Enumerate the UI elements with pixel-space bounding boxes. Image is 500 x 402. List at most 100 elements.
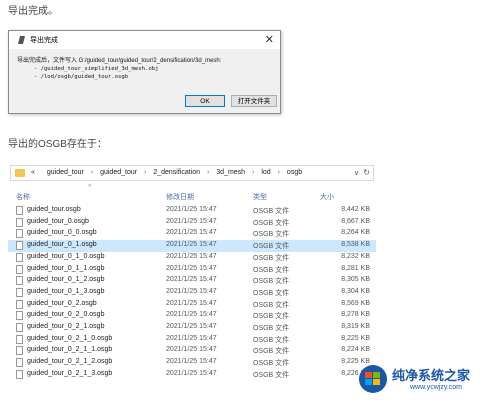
file-date: 2021/1/25 15:47 (166, 206, 217, 213)
file-row[interactable]: guided_tour_0_2_1_0.osgb 2021/1/25 15:47 O… (8, 334, 376, 346)
watermark: 纯净系统之家 www.ycwjzy.com (358, 360, 498, 400)
file-size: 8,304 KB (341, 287, 370, 295)
close-icon[interactable]: ✕ (265, 33, 274, 46)
breadcrumb-densification[interactable]: 2_densification (153, 169, 200, 176)
file-name: guided_tour_0_1_1.osgb (27, 264, 105, 272)
file-icon (16, 287, 23, 297)
file-type: OSGB 文件 (253, 219, 290, 227)
file-type: OSGB 文件 (253, 325, 290, 332)
chevron-right-icon: › (206, 169, 210, 176)
column-header-name[interactable]: 名称 (16, 192, 30, 202)
file-type: OSGB 文件 (253, 231, 290, 239)
file-row[interactable]: guided_tour_0_1_1.osgb 2021/1/25 15:47 OSG… (8, 264, 376, 276)
file-date: 2021/1/25 15:47 (166, 334, 217, 342)
chevron-right-icon: › (277, 169, 280, 176)
app-icon (18, 36, 25, 44)
file-size: 8,442 KB (341, 206, 370, 213)
column-header-size[interactable]: 大小 (320, 192, 334, 202)
file-date: 2021/1/25 15:47 (166, 311, 217, 319)
file-row[interactable]: guided_tour_0_0.osgb 2021/1/25 15:47 OSGB … (8, 228, 376, 240)
file-date: 2021/1/25 15:47 (166, 229, 217, 237)
file-size: 8,319 KB (341, 323, 370, 330)
file-row[interactable]: guided_tour.osgb 2021/1/25 15:47 OSGB 文件 8,… (8, 205, 376, 217)
file-icon (16, 276, 23, 286)
file-date: 2021/1/25 15:47 (166, 287, 217, 295)
file-type: OSGB 文件 (253, 289, 290, 297)
file-row[interactable]: guided_tour_0_1_3.osgb 2021/1/25 15:47 OSG… (8, 287, 376, 299)
open-folder-button[interactable]: 打开文件夹 (231, 95, 277, 107)
breadcrumb-guided-tour-2[interactable]: guided_tour (100, 169, 137, 176)
breadcrumb: « guided_tour › guided_tour › 2_densific… (31, 169, 302, 176)
site-logo-icon (359, 365, 387, 393)
file-row[interactable]: guided_tour_0_1.osgb 2021/1/25 15:47 OSGB … (8, 240, 376, 252)
dialog-title: 导出完成 (30, 37, 58, 44)
column-header-date[interactable]: 修改日期 (166, 192, 194, 202)
heading-export-done: 导出完成。 (8, 6, 58, 17)
file-size: 8,232 KB (341, 252, 370, 260)
file-size: 8,281 KB (341, 264, 370, 272)
chevron-right-icon: › (90, 169, 94, 176)
file-icon (16, 206, 23, 215)
file-row[interactable]: guided_tour_0_1_0.osgb 2021/1/25 15:47 OSG… (8, 252, 376, 264)
file-name: guided_tour_0_1_3.osgb (27, 287, 105, 295)
breadcrumb-overflow[interactable]: « (31, 169, 35, 176)
file-icon (16, 229, 23, 239)
ok-button[interactable]: OK (185, 95, 225, 107)
file-icon (16, 241, 23, 251)
file-size: 8,569 KB (341, 299, 370, 307)
file-size: 8,305 KB (341, 276, 370, 284)
file-name: guided_tour.osgb (27, 206, 81, 213)
file-icon (16, 358, 23, 368)
watermark-title: 纯净系统之家 (392, 368, 471, 383)
file-icon (16, 369, 23, 379)
file-icon (16, 311, 23, 321)
dialog-message: 导出完成后，文件写入 G:/guided_tour/guided_tour/2_… (17, 57, 221, 81)
file-name: guided_tour_0_1_0.osgb (27, 252, 105, 260)
file-date: 2021/1/25 15:47 (166, 369, 217, 377)
file-date: 2021/1/25 15:47 (166, 217, 217, 225)
file-row[interactable]: guided_tour_0_2_1_1.osgb 2021/1/25 15:47 O… (8, 345, 376, 357)
export-complete-dialog: 导出完成 ✕ 导出完成后，文件写入 G:/guided_tour/guided_… (8, 30, 281, 114)
file-icon (16, 217, 23, 227)
file-row[interactable]: guided_tour_0.osgb 2021/1/25 15:47 OSGB 文件… (8, 217, 376, 229)
file-row[interactable]: guided_tour_0_2_1.osgb 2021/1/25 15:47 OSG… (8, 322, 376, 334)
sort-ascending-icon: ^ (88, 184, 92, 191)
breadcrumb-osgb[interactable]: osgb (287, 169, 302, 176)
file-icon (16, 264, 23, 274)
address-dropdown-icon[interactable]: ∨ (354, 169, 359, 177)
file-size: 8,224 KB (341, 346, 370, 354)
address-bar[interactable]: « guided_tour › guided_tour › 2_densific… (10, 165, 374, 181)
file-type: OSGB 文件 (253, 243, 290, 251)
breadcrumb-guided-tour-1[interactable]: guided_tour (47, 169, 84, 176)
column-header-type[interactable]: 类型 (253, 192, 267, 202)
breadcrumb-3d-mesh[interactable]: 3d_mesh (216, 169, 245, 176)
refresh-icon[interactable]: ↻ (363, 168, 370, 177)
file-row[interactable]: guided_tour_0_1_2.osgb 2021/1/25 15:47 OSG… (8, 275, 376, 287)
file-size: 8,667 KB (341, 217, 370, 225)
watermark-url: www.ycwjzy.com (410, 384, 462, 391)
breadcrumb-lod[interactable]: lod (261, 169, 270, 176)
file-size: 8,225 KB (341, 334, 370, 342)
file-name: guided_tour_0_2_1_3.osgb (27, 369, 113, 377)
file-date: 2021/1/25 15:47 (166, 323, 217, 330)
dialog-titlebar: 导出完成 ✕ (9, 31, 280, 49)
file-row[interactable]: guided_tour_0_2_1_2.osgb 2021/1/25 15:47 O… (8, 357, 376, 369)
file-name: guided_tour_0_0.osgb (27, 229, 97, 237)
file-name: guided_tour_0_2_1_1.osgb (27, 346, 113, 354)
heading-osgb-location: 导出的OSGB存在于： (8, 139, 107, 150)
file-row[interactable]: guided_tour_0_2.osgb 2021/1/25 15:47 OSGB … (8, 299, 376, 311)
file-size: 8,538 KB (341, 241, 370, 249)
file-size: 8,264 KB (341, 229, 370, 237)
file-icon (16, 299, 23, 309)
file-name: guided_tour_0_2_1_2.osgb (27, 358, 113, 366)
file-icon (16, 323, 23, 332)
file-row[interactable]: guided_tour_0_2_1_3.osgb 2021/1/25 15:47 O… (8, 369, 376, 381)
message-line-3: - /lod/osgb/guided_tour.osgb (17, 74, 129, 80)
file-type: OSGB 文件 (253, 266, 290, 274)
message-line-1: 导出完成后，文件写入 G:/guided_tour/guided_tour/2_… (17, 58, 222, 64)
file-row[interactable]: guided_tour_0_2_0.osgb 2021/1/25 15:47 OSG… (8, 310, 376, 322)
file-date: 2021/1/25 15:47 (166, 276, 217, 284)
file-type: OSGB 文件 (253, 278, 290, 286)
file-type: OSGB 文件 (253, 371, 290, 379)
file-name: guided_tour_0_2_1_0.osgb (27, 334, 113, 342)
